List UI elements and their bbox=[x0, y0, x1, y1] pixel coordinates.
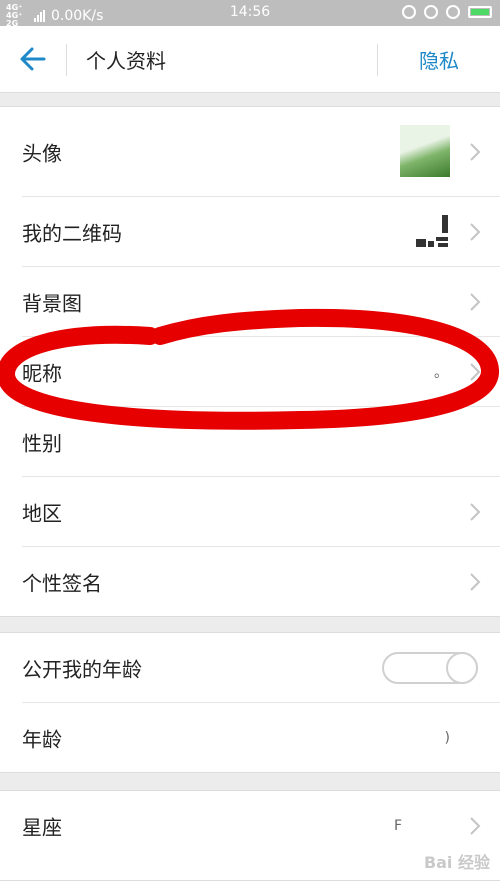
list-item-age[interactable]: 年龄 ) bbox=[22, 703, 500, 772]
list-item-region[interactable]: 地区 bbox=[22, 477, 500, 547]
watermark: Bai 经验 bbox=[423, 853, 490, 872]
list-item-avatar[interactable]: 头像 bbox=[22, 107, 500, 197]
chevron-right-icon bbox=[470, 142, 481, 161]
list-item-nickname[interactable]: 昵称 。 bbox=[22, 337, 500, 407]
header-divider bbox=[66, 44, 67, 76]
chevron-right-icon bbox=[470, 292, 481, 311]
list-item-label: 头像 bbox=[22, 141, 62, 165]
battery-icon bbox=[468, 6, 492, 18]
list-item-public-age[interactable]: 公开我的年龄 bbox=[22, 633, 500, 703]
list-item-label: 年龄 bbox=[22, 727, 62, 751]
status-bar: 4G⁺ 4G⁺ 2G 0.00K/s 14:56 bbox=[0, 0, 500, 28]
avatar bbox=[400, 125, 450, 177]
headset-icon bbox=[402, 5, 416, 19]
profile-group: 头像 我的二维码 背景图 昵称 。 性别 地区 个性签名 bbox=[0, 106, 500, 617]
chevron-right-icon bbox=[470, 572, 481, 591]
age-group: 公开我的年龄 年龄 ) bbox=[0, 632, 500, 773]
page-title: 个人资料 bbox=[86, 49, 166, 73]
list-item-label: 地区 bbox=[22, 501, 62, 525]
list-item-label: 星座 bbox=[22, 815, 62, 839]
chevron-right-icon bbox=[470, 502, 481, 521]
nickname-value: 。 bbox=[434, 364, 448, 381]
back-arrow-icon[interactable] bbox=[14, 42, 54, 76]
list-item-label: 性别 bbox=[22, 431, 62, 455]
zodiac-value: F bbox=[393, 817, 402, 834]
bell-icon bbox=[424, 5, 438, 19]
list-item-qrcode[interactable]: 我的二维码 bbox=[22, 197, 500, 267]
list-item-signature[interactable]: 个性签名 bbox=[22, 547, 500, 616]
chevron-right-icon bbox=[470, 222, 481, 241]
list-item-label: 昵称 bbox=[22, 361, 62, 385]
list-item-background[interactable]: 背景图 bbox=[22, 267, 500, 337]
status-right bbox=[402, 5, 492, 19]
list-item-label: 公开我的年龄 bbox=[22, 657, 142, 681]
list-item-label: 个性签名 bbox=[22, 571, 102, 595]
list-item-label: 我的二维码 bbox=[22, 221, 122, 245]
list-item-gender[interactable]: 性别 bbox=[22, 407, 500, 477]
app-header: 个人资料 隐私 bbox=[0, 26, 500, 93]
public-age-toggle[interactable] bbox=[382, 651, 478, 684]
qr-code-icon bbox=[416, 215, 448, 247]
privacy-button[interactable]: 隐私 bbox=[378, 45, 500, 74]
age-value: ) bbox=[444, 729, 450, 746]
alarm-icon bbox=[446, 5, 460, 19]
chevron-right-icon bbox=[470, 816, 481, 835]
chevron-right-icon bbox=[470, 362, 481, 381]
list-item-label: 背景图 bbox=[22, 291, 82, 315]
